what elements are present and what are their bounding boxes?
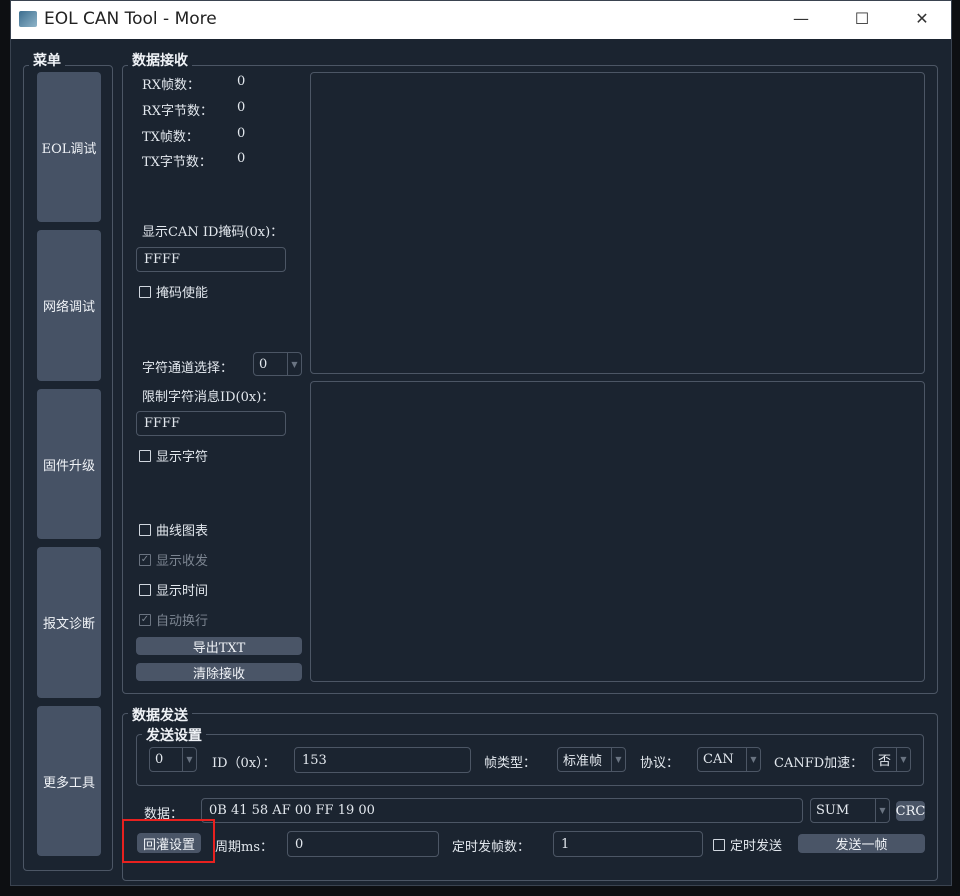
checkbox-box — [139, 285, 151, 298]
channel-select[interactable]: 0 ▼ — [253, 352, 302, 376]
show-char-checkbox[interactable]: 显示字符 — [139, 446, 208, 465]
data-input[interactable]: 0B 41 58 AF 00 FF 19 00 — [201, 798, 803, 823]
send-channel-value: 0 — [155, 752, 164, 767]
curve-chart-label: 曲线图表 — [156, 524, 209, 539]
check-icon: ✓ — [139, 613, 151, 626]
menu-more-tools[interactable]: 更多工具 — [37, 706, 101, 856]
show-txrx-label: 显示收发 — [156, 554, 209, 569]
replay-settings-button[interactable]: 回灌设置 — [137, 833, 201, 853]
menu-eol-debug[interactable]: EOL调试 — [37, 72, 101, 222]
period-input[interactable]: 0 — [287, 831, 439, 857]
menu-firmware-upgrade[interactable]: 固件升级 — [37, 389, 101, 539]
frame-type-value: 标准帧 — [563, 754, 603, 769]
close-button[interactable]: ✕ — [907, 7, 937, 31]
canfd-value: 否 — [878, 754, 892, 769]
frame-type-label: 帧类型： — [484, 756, 537, 771]
chevron-down-icon: ▼ — [896, 748, 910, 771]
frame-type-select[interactable]: 标准帧 ▼ — [557, 747, 626, 772]
curve-chart-checkbox[interactable]: 曲线图表 — [139, 520, 208, 539]
checkbox-box — [139, 583, 151, 596]
app-window: EOL CAN Tool - More — ☐ ✕ 菜单 EOL调试 网络调试 … — [10, 0, 952, 886]
mask-enable-label: 掩码使能 — [156, 286, 209, 301]
limit-id-label: 限制字符消息ID(0x)： — [142, 390, 275, 405]
auto-wrap-checkbox: ✓ 自动换行 — [139, 610, 208, 629]
send-settings-title: 发送设置 — [142, 725, 206, 745]
protocol-label: 协议： — [640, 756, 680, 771]
send-one-frame-button[interactable]: 发送一帧 — [798, 834, 925, 853]
tx-bytes-value: 0 — [237, 151, 246, 166]
chevron-down-icon: ▼ — [287, 353, 301, 375]
canfd-select[interactable]: 否 ▼ — [872, 747, 911, 772]
maximize-button[interactable]: ☐ — [847, 7, 877, 31]
timed-count-input[interactable]: 1 — [553, 831, 703, 857]
mask-label: 显示CAN ID掩码(0x)： — [142, 225, 284, 240]
rx-frames-label: RX帧数： — [142, 78, 201, 93]
mask-enable-checkbox[interactable]: 掩码使能 — [139, 282, 208, 301]
checkbox-box — [139, 449, 151, 462]
menu-network-debug[interactable]: 网络调试 — [37, 230, 101, 381]
show-time-checkbox[interactable]: 显示时间 — [139, 580, 208, 599]
checkbox-box — [713, 838, 725, 851]
limit-id-input[interactable]: FFFF — [136, 411, 286, 436]
menu-title: 菜单 — [29, 50, 65, 70]
chevron-down-icon: ▼ — [182, 748, 196, 771]
char-text-area[interactable] — [310, 381, 925, 682]
chevron-down-icon: ▼ — [611, 748, 625, 771]
id-label: ID（0x）： — [212, 756, 276, 771]
app-icon — [19, 11, 37, 27]
protocol-value: CAN — [703, 752, 734, 767]
chevron-down-icon: ▼ — [746, 748, 760, 771]
period-label: 周期ms： — [215, 840, 273, 855]
id-input[interactable]: 153 — [294, 747, 471, 773]
receive-text-area[interactable] — [310, 72, 925, 374]
minimize-button[interactable]: — — [786, 7, 816, 31]
checksum-value: SUM — [816, 803, 850, 818]
tx-bytes-label: TX字节数： — [142, 155, 212, 170]
rx-bytes-label: RX字节数： — [142, 104, 214, 119]
export-txt-button[interactable]: 导出TXT — [136, 637, 302, 656]
rx-bytes-value: 0 — [237, 100, 246, 115]
checkbox-box — [139, 523, 151, 536]
show-time-label: 显示时间 — [156, 584, 209, 599]
send-title: 数据发送 — [128, 705, 192, 725]
clear-receive-button[interactable]: 清除接收 — [136, 663, 302, 682]
menu-message-diagnosis[interactable]: 报文诊断 — [37, 547, 101, 698]
check-icon: ✓ — [139, 553, 151, 566]
channel-select-label: 字符通道选择： — [142, 361, 234, 376]
tx-frames-label: TX帧数： — [142, 130, 199, 145]
checksum-select[interactable]: SUM ▼ — [810, 798, 890, 823]
channel-select-value: 0 — [259, 356, 268, 372]
mask-input[interactable]: FFFF — [136, 247, 286, 272]
timed-count-label: 定时发帧数： — [452, 840, 531, 855]
auto-wrap-label: 自动换行 — [156, 614, 209, 629]
window-title: EOL CAN Tool - More — [44, 9, 217, 29]
canfd-label: CANFD加速： — [774, 756, 864, 771]
protocol-select[interactable]: CAN ▼ — [697, 747, 761, 772]
tx-frames-value: 0 — [237, 126, 246, 141]
crc-button[interactable]: CRC — [896, 801, 925, 821]
chevron-down-icon: ▼ — [875, 799, 889, 822]
timed-send-checkbox[interactable]: 定时发送 — [713, 835, 782, 854]
rx-frames-value: 0 — [237, 74, 246, 89]
show-char-label: 显示字符 — [156, 450, 209, 465]
show-txrx-checkbox: ✓ 显示收发 — [139, 550, 208, 569]
receive-title: 数据接收 — [128, 50, 192, 70]
title-bar: EOL CAN Tool - More — ☐ ✕ — [11, 1, 951, 39]
timed-send-label: 定时发送 — [730, 839, 783, 854]
send-channel-select[interactable]: 0 ▼ — [149, 747, 197, 772]
